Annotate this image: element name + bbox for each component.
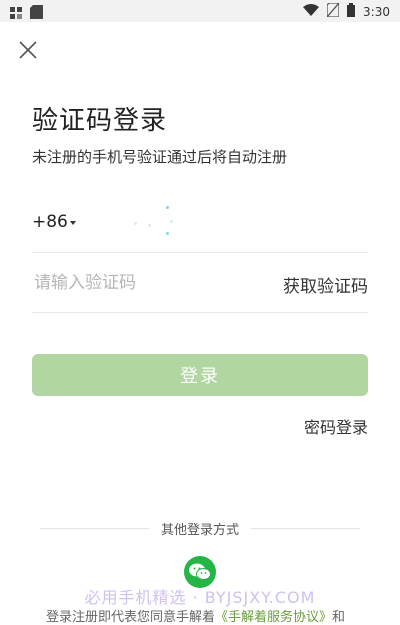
no-sim-icon <box>326 2 340 20</box>
page-title: 验证码登录 <box>32 106 168 136</box>
divider-left <box>40 527 149 529</box>
wifi-icon <box>303 4 320 19</box>
get-code-button[interactable]: 获取验证码 <box>283 272 368 297</box>
divider-right <box>251 527 361 529</box>
other-login-divider: 其他登录方式 <box>40 518 361 538</box>
country-code-label: +86 <box>32 212 68 232</box>
phone-input[interactable] <box>92 208 366 238</box>
wechat-login-button[interactable] <box>184 556 216 588</box>
caret-down-icon <box>69 221 76 225</box>
sd-card-icon <box>30 4 43 23</box>
login-button[interactable]: 登录 <box>32 354 368 396</box>
other-login-label: 其他登录方式 <box>161 522 240 538</box>
wechat-icon <box>189 563 211 580</box>
agreement-prefix: 登录注册即代表您同意手解着 <box>46 610 216 625</box>
notification-icon <box>10 4 22 23</box>
code-row: 获取验证码 <box>32 254 368 313</box>
status-bar: 3:30 <box>0 0 400 22</box>
close-icon[interactable] <box>16 38 40 62</box>
status-time: 3:30 <box>363 4 390 19</box>
page-subtitle: 未注册的手机号验证通过后将自动注册 <box>32 148 288 166</box>
close-button[interactable] <box>16 38 40 62</box>
country-code-selector[interactable]: +86 <box>32 212 76 232</box>
phone-row: +86 <box>32 196 368 253</box>
verification-code-input[interactable] <box>32 268 256 298</box>
battery-icon <box>347 3 356 20</box>
agreement-suffix: 和 <box>332 610 346 625</box>
password-login-link[interactable]: 密码登录 <box>304 414 368 438</box>
service-agreement-link[interactable]: 《手解着服务协议》 <box>215 610 332 625</box>
